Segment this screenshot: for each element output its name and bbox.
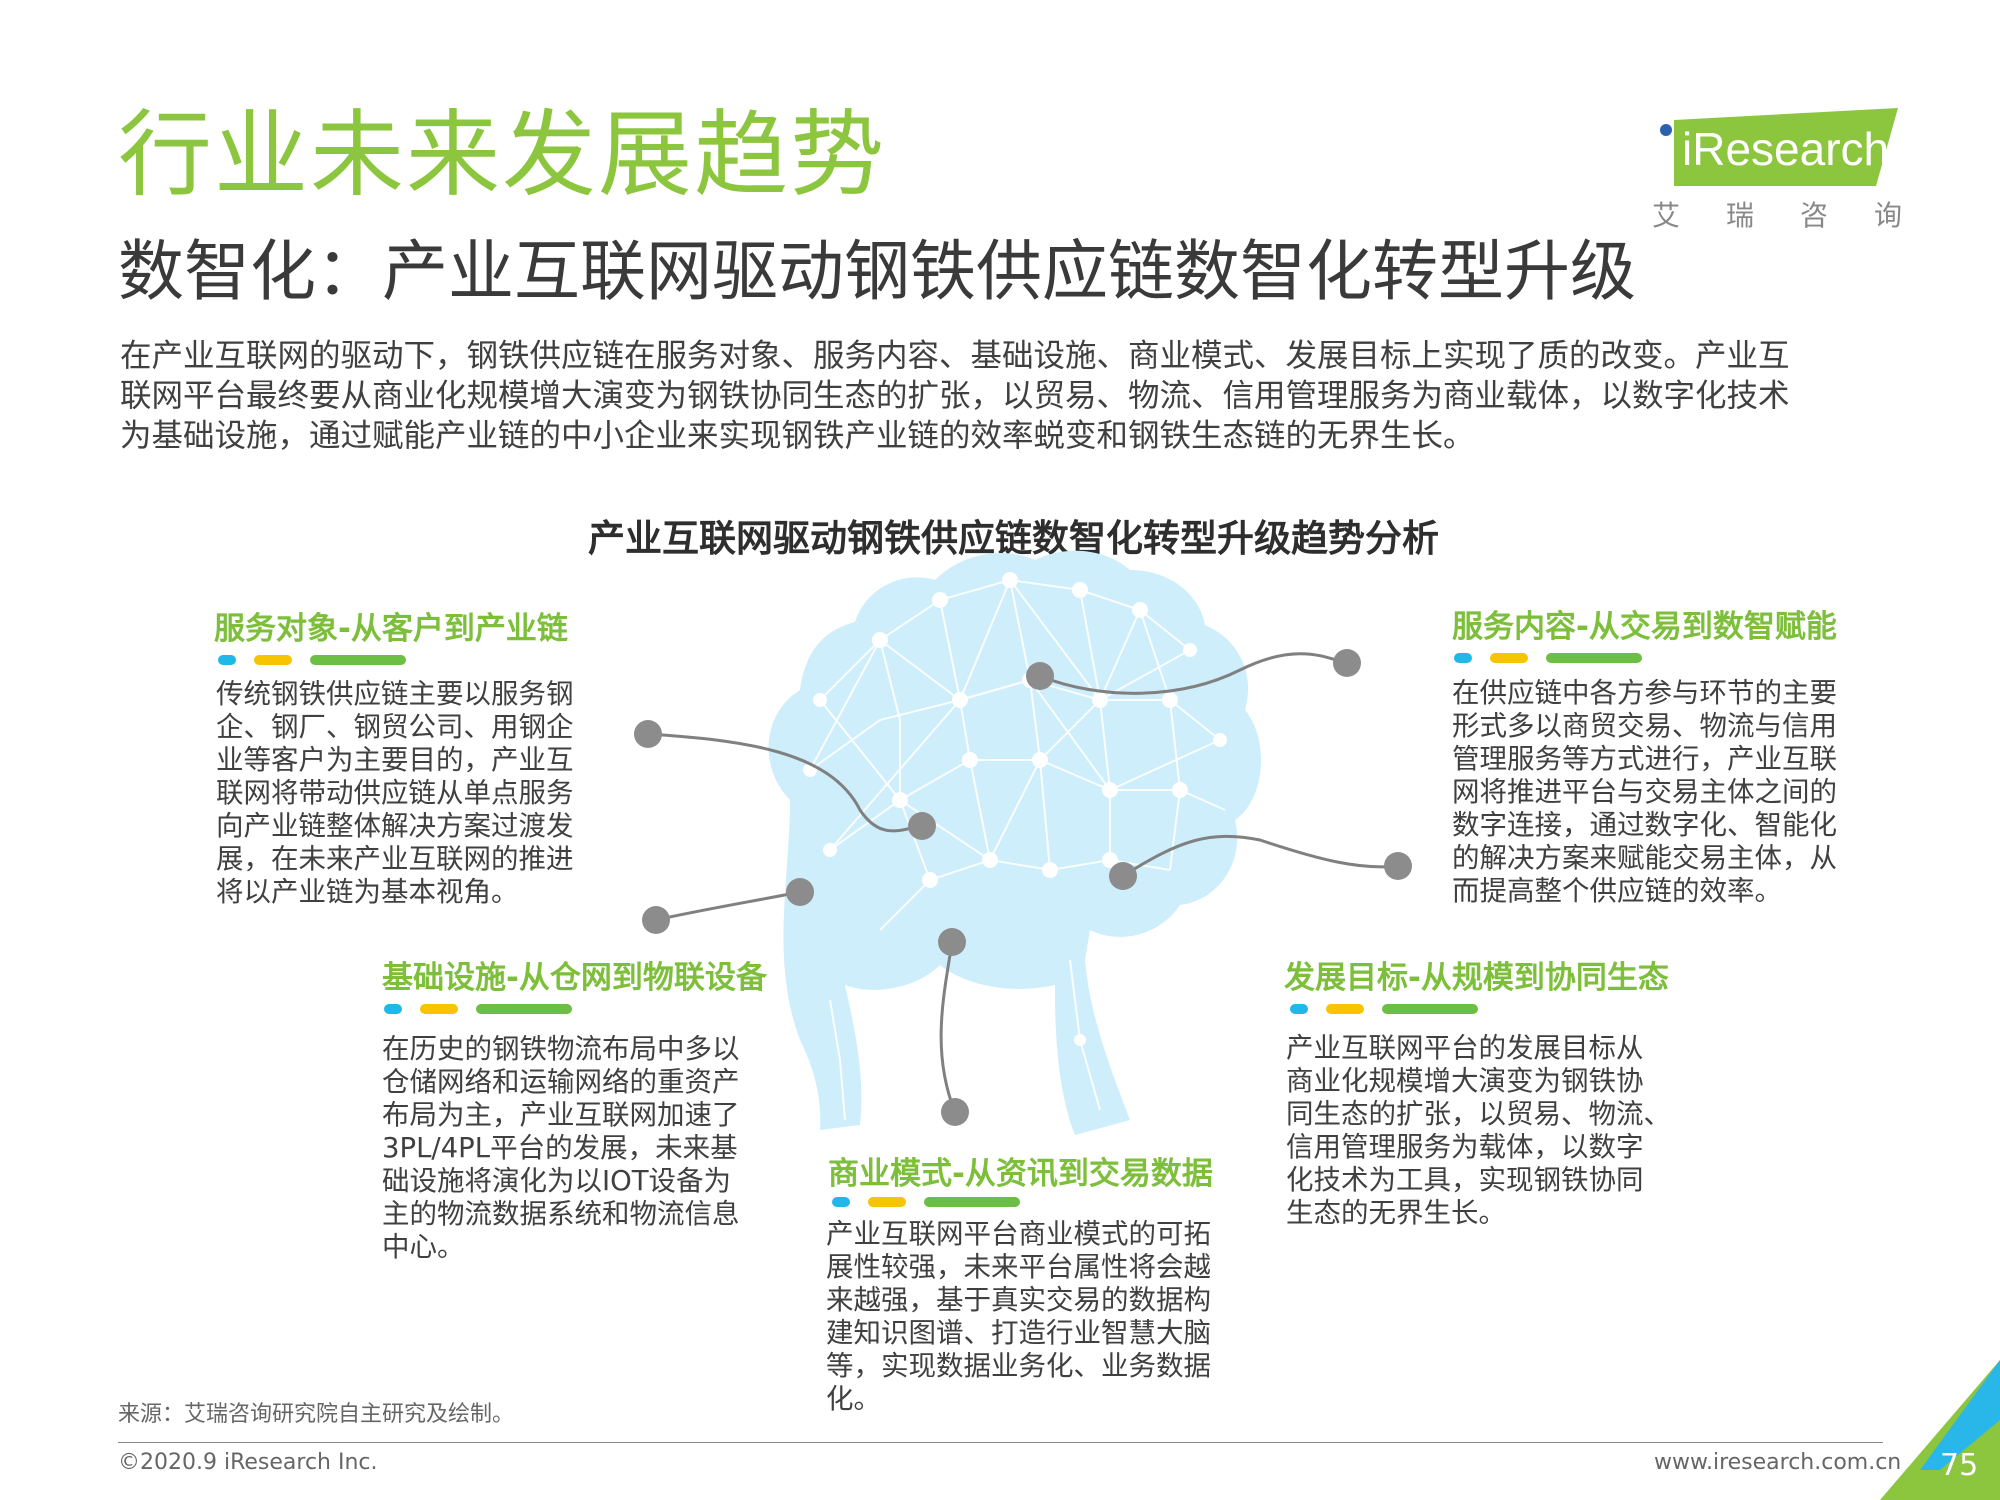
section-heading-service-content: 服务内容-从交易到数智赋能 bbox=[1452, 609, 1837, 645]
body-line: 产业互联网平台商业模式的可拓 bbox=[826, 1218, 1211, 1250]
body-line: 在供应链中各方参与环节的主要 bbox=[1452, 677, 1837, 709]
body-line: 的解决方案来赋能交易主体，从 bbox=[1452, 842, 1837, 874]
body-line: 信用管理服务为载体，以数字 bbox=[1286, 1131, 1644, 1163]
body-line: 中心。 bbox=[382, 1231, 465, 1263]
footer-divider bbox=[118, 1442, 1883, 1443]
connector-infrastructure bbox=[655, 890, 801, 922]
body-line: 形式多以商贸交易、物流与信用 bbox=[1452, 710, 1837, 742]
body-line: 将以产业链为基本视角。 bbox=[216, 876, 519, 908]
body-line: 展，在未来产业互联网的推进 bbox=[216, 843, 574, 875]
body-line: 主的物流数据系统和物流信息 bbox=[382, 1198, 740, 1230]
body-line: 管理服务等方式进行，产业互联 bbox=[1452, 743, 1837, 775]
body-line: 来越强，基于真实交易的数据构 bbox=[826, 1284, 1211, 1316]
section-body-service-content: 在供应链中各方参与环节的主要 形式多以商贸交易、物流与信用 管理服务等方式进行，… bbox=[1452, 677, 1837, 908]
body-line: 业等客户为主要目的，产业互 bbox=[216, 744, 574, 776]
section-body-development-goal: 产业互联网平台的发展目标从 商业化规模增大演变为钢铁协 同生态的扩张，以贸易、物… bbox=[1286, 1032, 1671, 1230]
body-line: 建知识图谱、打造行业智慧大脑 bbox=[826, 1317, 1211, 1349]
section-body-infrastructure: 在历史的钢铁物流布局中多以 仓储网络和运输网络的重资产 布局为主，产业互联网加速… bbox=[382, 1033, 740, 1264]
body-line: 础设施将演化为以IOT设备为 bbox=[382, 1165, 732, 1197]
section-body-service-object: 传统钢铁供应链主要以服务钢 企、钢厂、钢贸公司、用钢企 业等客户为主要目的，产业… bbox=[216, 678, 574, 909]
body-line: 传统钢铁供应链主要以服务钢 bbox=[216, 678, 574, 710]
body-line: 展性较强，未来平台属性将会越 bbox=[826, 1251, 1211, 1283]
body-line: 生态的无界生长。 bbox=[1286, 1197, 1506, 1229]
body-line: 仓储网络和运输网络的重资产 bbox=[382, 1066, 740, 1098]
body-line: 化技术为工具，实现钢铁协同 bbox=[1286, 1164, 1644, 1196]
copyright-text: ©2020.9 iResearch Inc. bbox=[118, 1450, 378, 1475]
body-line: 向产业链整体解决方案过渡发 bbox=[216, 810, 574, 842]
section-heading-infrastructure: 基础设施-从仓网到物联设备 bbox=[382, 960, 767, 996]
source-note: 来源：艾瑞咨询研究院自主研究及绘制。 bbox=[118, 1402, 515, 1427]
body-line: 企、钢厂、钢贸公司、用钢企 bbox=[216, 711, 574, 743]
body-line: 等，实现数据业务化、业务数据 bbox=[826, 1350, 1211, 1382]
section-heading-business-model: 商业模式-从资讯到交易数据 bbox=[828, 1156, 1213, 1192]
body-line: 而提高整个供应链的效率。 bbox=[1452, 875, 1782, 907]
page-number: 75 bbox=[1940, 1448, 1979, 1483]
website-url: www.iresearch.com.cn bbox=[1654, 1450, 1902, 1475]
body-line: 网将推进平台与交易主体之间的 bbox=[1452, 776, 1837, 808]
body-line: 联网将带动供应链从单点服务 bbox=[216, 777, 574, 809]
body-line: 在历史的钢铁物流布局中多以 bbox=[382, 1033, 740, 1065]
section-heading-service-object: 服务对象-从客户到产业链 bbox=[214, 611, 568, 647]
body-line: 数字连接，通过数字化、智能化 bbox=[1452, 809, 1837, 841]
body-line: 化。 bbox=[826, 1383, 881, 1415]
body-line: 布局为主，产业互联网加速了 bbox=[382, 1099, 740, 1131]
body-line: 同生态的扩张，以贸易、物流、 bbox=[1286, 1098, 1671, 1130]
section-heading-development-goal: 发展目标-从规模到协同生态 bbox=[1284, 960, 1669, 996]
section-body-business-model: 产业互联网平台商业模式的可拓 展性较强，未来平台属性将会越 来越强，基于真实交易… bbox=[826, 1218, 1211, 1416]
body-line: 3PL/4PL平台的发展，未来基 bbox=[382, 1132, 738, 1164]
body-line: 商业化规模增大演变为钢铁协 bbox=[1286, 1065, 1644, 1097]
body-line: 产业互联网平台的发展目标从 bbox=[1286, 1032, 1644, 1064]
